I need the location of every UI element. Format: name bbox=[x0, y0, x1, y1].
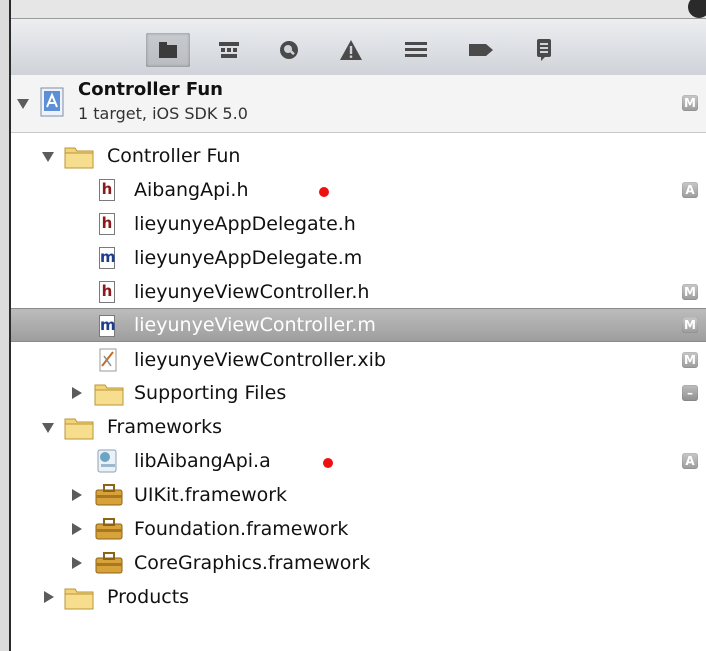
project-row[interactable]: Controller Fun 1 target, iOS SDK 5.0 M bbox=[11, 75, 706, 133]
tree-item-label: Frameworks bbox=[107, 416, 223, 438]
scm-status-badge: – bbox=[682, 385, 698, 401]
implementation-file-icon: m bbox=[99, 247, 116, 269]
navigator-toolbar bbox=[11, 18, 706, 76]
folder-icon[interactable] bbox=[146, 33, 190, 67]
disclosure-triangle-icon[interactable] bbox=[42, 152, 54, 162]
tree-item-frameworks-group[interactable]: Frameworks bbox=[11, 410, 706, 444]
disclosure-triangle-icon[interactable] bbox=[44, 591, 54, 603]
header-file-icon: h bbox=[99, 179, 115, 201]
disclosure-triangle-icon[interactable] bbox=[72, 523, 82, 535]
framework-toolbox-icon bbox=[94, 517, 124, 545]
tree-item-supporting-files-group[interactable]: Supporting Files – bbox=[11, 376, 706, 410]
tree-item-label: AibangApi.h bbox=[134, 179, 249, 201]
scm-status-badge: M bbox=[682, 352, 698, 368]
disclosure-triangle-icon[interactable] bbox=[72, 387, 82, 399]
disclosure-triangle-icon[interactable] bbox=[42, 423, 54, 433]
tree-item-framework[interactable]: Foundation.framework bbox=[11, 512, 706, 546]
search-icon[interactable] bbox=[274, 37, 304, 63]
tree-item-file[interactable]: h lieyunyeViewController.h M bbox=[11, 275, 706, 309]
folder-icon bbox=[94, 380, 124, 410]
folder-icon bbox=[64, 143, 94, 173]
disclosure-triangle-icon[interactable] bbox=[72, 557, 82, 569]
project-name: Controller Fun bbox=[78, 79, 223, 100]
tree-item-framework[interactable]: UIKit.framework bbox=[11, 478, 706, 512]
folder-icon bbox=[64, 584, 94, 614]
warning-icon[interactable] bbox=[336, 37, 366, 63]
window-edge bbox=[0, 0, 11, 651]
red-marker bbox=[319, 187, 329, 197]
disclosure-triangle-icon[interactable] bbox=[72, 489, 82, 501]
list-icon[interactable] bbox=[401, 37, 431, 63]
tree-item-label: lieyunyeViewController.xib bbox=[134, 349, 386, 371]
tree-item-label: lieyunyeViewController.h bbox=[134, 281, 370, 303]
project-icon bbox=[39, 87, 67, 123]
tree-item-controller-fun-group[interactable]: Controller Fun bbox=[11, 139, 706, 173]
framework-toolbox-icon bbox=[94, 551, 124, 579]
scm-status-badge: M bbox=[682, 95, 698, 111]
tree-item-file[interactable]: h AibangApi.h A bbox=[11, 173, 706, 207]
tree-item-label: lieyunyeAppDelegate.m bbox=[134, 247, 363, 269]
tree-item-file[interactable]: libAibangApi.a A bbox=[11, 444, 706, 478]
project-subtitle: 1 target, iOS SDK 5.0 bbox=[78, 104, 248, 123]
tree-item-products-group[interactable]: Products bbox=[11, 580, 706, 614]
disclosure-triangle-icon[interactable] bbox=[17, 99, 29, 109]
tree-item-label: Supporting Files bbox=[134, 382, 287, 404]
log-icon[interactable] bbox=[529, 37, 559, 63]
tree-item-label: UIKit.framework bbox=[134, 484, 288, 506]
scm-status-badge: M bbox=[682, 317, 698, 333]
tree-item-label: libAibangApi.a bbox=[134, 450, 271, 472]
tree-item-file[interactable]: m lieyunyeAppDelegate.m bbox=[11, 241, 706, 275]
hierarchy-icon[interactable] bbox=[214, 37, 244, 63]
framework-toolbox-icon bbox=[94, 483, 124, 511]
header-file-icon: h bbox=[99, 281, 115, 303]
window-corner bbox=[688, 0, 706, 18]
tree-item-file[interactable]: lieyunyeViewController.xib M bbox=[11, 343, 706, 377]
scm-status-badge: A bbox=[682, 453, 698, 469]
interface-builder-file-icon bbox=[99, 348, 119, 376]
title-strip bbox=[11, 0, 706, 18]
tree-item-framework[interactable]: CoreGraphics.framework bbox=[11, 546, 706, 580]
tree-item-label: lieyunyeViewController.m bbox=[134, 314, 376, 336]
tree-item-label: Foundation.framework bbox=[134, 518, 349, 540]
tree-item-file[interactable]: h lieyunyeAppDelegate.h bbox=[11, 207, 706, 241]
tree-item-label: Products bbox=[107, 586, 190, 608]
breakpoint-icon[interactable] bbox=[466, 37, 496, 63]
folder-icon bbox=[64, 414, 94, 444]
tree-item-label: CoreGraphics.framework bbox=[134, 552, 371, 574]
header-file-icon: h bbox=[99, 213, 115, 235]
tree-item-file-selected[interactable]: m lieyunyeViewController.m M bbox=[11, 308, 706, 342]
tree-item-label: lieyunyeAppDelegate.h bbox=[134, 213, 356, 235]
scm-status-badge: A bbox=[682, 182, 698, 198]
static-library-icon bbox=[95, 448, 121, 478]
implementation-file-icon: m bbox=[99, 315, 116, 337]
tree-item-label: Controller Fun bbox=[107, 145, 241, 167]
red-marker bbox=[323, 458, 333, 468]
scm-status-badge: M bbox=[682, 284, 698, 300]
